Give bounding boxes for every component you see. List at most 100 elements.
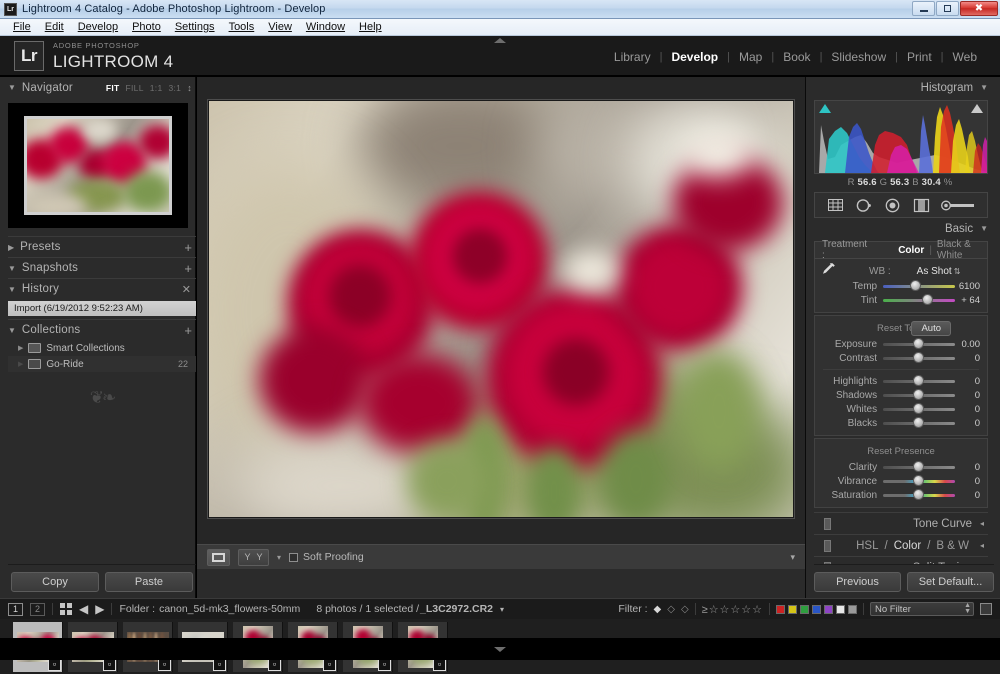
slider-track[interactable] bbox=[883, 280, 955, 291]
panel-switch-icon[interactable] bbox=[824, 517, 831, 530]
bw-tab[interactable]: B & W bbox=[933, 540, 972, 552]
slider-value[interactable]: 0.00 bbox=[955, 339, 987, 350]
navigator-header[interactable]: ▼ Navigator FIT FILL 1:1 3:1 ↕ bbox=[8, 77, 196, 98]
stepper-icon[interactable]: ▲ ▼ bbox=[964, 602, 971, 615]
slider-value[interactable]: 0 bbox=[955, 376, 987, 387]
slider-knob[interactable] bbox=[913, 489, 925, 500]
color-label-red[interactable] bbox=[776, 604, 785, 614]
slider-knob[interactable] bbox=[921, 294, 933, 305]
slider-value[interactable]: 6100 bbox=[955, 281, 987, 292]
slider-track[interactable] bbox=[883, 294, 955, 305]
before-after-button[interactable]: Y Y bbox=[238, 548, 269, 566]
menu-view[interactable]: View bbox=[261, 20, 299, 34]
soft-proofing-checkbox[interactable] bbox=[289, 552, 299, 562]
slider-track[interactable] bbox=[883, 417, 955, 428]
history-header[interactable]: ▼ History ✕ bbox=[8, 278, 196, 299]
menu-window[interactable]: Window bbox=[299, 20, 352, 34]
maximize-button[interactable] bbox=[936, 1, 959, 16]
slider-highlights[interactable]: Highlights 0 bbox=[815, 374, 987, 388]
slider-value[interactable]: + 64 bbox=[955, 295, 987, 306]
slider-knob[interactable] bbox=[913, 352, 925, 363]
slider-track[interactable] bbox=[883, 338, 955, 349]
menu-tools[interactable]: Tools bbox=[222, 20, 262, 34]
previous-button[interactable]: Previous bbox=[814, 572, 901, 592]
loupe-view-button[interactable] bbox=[207, 548, 230, 566]
slider-value[interactable]: 0 bbox=[955, 353, 987, 364]
panel-switch-icon[interactable] bbox=[824, 539, 831, 552]
slider-vibrance[interactable]: Vibrance 0 bbox=[815, 474, 987, 488]
slider-shadows[interactable]: Shadows 0 bbox=[815, 388, 987, 402]
color-label-yellow[interactable] bbox=[788, 604, 797, 614]
screen-2-button[interactable]: 2 bbox=[30, 602, 45, 616]
flag-rejected-icon[interactable]: ◇ bbox=[681, 604, 689, 615]
module-book[interactable]: Book bbox=[774, 50, 819, 64]
white-balance-selector-icon[interactable] bbox=[815, 261, 841, 281]
nav-mode-fill[interactable]: FILL bbox=[126, 83, 144, 93]
color-tab[interactable]: Color bbox=[891, 540, 924, 552]
adjustment-brush-icon[interactable] bbox=[941, 199, 975, 212]
nav-mode-fit[interactable]: FIT bbox=[106, 83, 120, 93]
color-label-white[interactable] bbox=[836, 604, 845, 614]
slider-saturation[interactable]: Saturation 0 bbox=[815, 488, 987, 502]
module-print[interactable]: Print bbox=[898, 50, 941, 64]
menu-photo[interactable]: Photo bbox=[125, 20, 168, 34]
red-eye-icon[interactable] bbox=[884, 198, 901, 213]
grid-view-icon[interactable] bbox=[60, 603, 72, 615]
add-collection-icon[interactable]: + bbox=[184, 323, 192, 338]
module-develop[interactable]: Develop bbox=[662, 50, 727, 64]
slider-knob[interactable] bbox=[913, 417, 925, 428]
treatment-color-option[interactable]: Color bbox=[893, 245, 929, 256]
menu-settings[interactable]: Settings bbox=[168, 20, 222, 34]
slider-track[interactable] bbox=[883, 375, 955, 386]
slider-knob[interactable] bbox=[913, 461, 925, 472]
slider-track[interactable] bbox=[883, 475, 955, 486]
slider-knob[interactable] bbox=[913, 375, 925, 386]
slider-track[interactable] bbox=[883, 403, 955, 414]
presets-header[interactable]: ▶ Presets + bbox=[8, 236, 196, 257]
slider-knob[interactable] bbox=[913, 389, 925, 400]
forward-arrow-icon[interactable]: ▶ bbox=[95, 602, 104, 616]
hsl-tab[interactable]: HSL bbox=[853, 540, 881, 552]
crop-overlay-icon[interactable] bbox=[827, 198, 844, 212]
add-preset-icon[interactable]: + bbox=[184, 240, 192, 255]
split-toning-header[interactable]: Split Toning ◂ bbox=[814, 556, 988, 564]
close-button[interactable]: ✖ bbox=[960, 1, 998, 16]
slider-knob[interactable] bbox=[913, 403, 925, 414]
minimize-button[interactable] bbox=[912, 1, 935, 16]
history-item-import[interactable]: Import (6/19/2012 9:52:23 AM) bbox=[8, 301, 196, 316]
navigator-preview[interactable] bbox=[8, 103, 188, 228]
menu-edit[interactable]: Edit bbox=[38, 20, 71, 34]
collection-smart-collections[interactable]: ▶ Smart Collections bbox=[8, 340, 196, 356]
slider-value[interactable]: 0 bbox=[955, 490, 987, 501]
bottom-panel-toggle[interactable] bbox=[494, 646, 506, 652]
module-slideshow[interactable]: Slideshow bbox=[822, 50, 895, 64]
soft-proofing-control[interactable]: Soft Proofing bbox=[289, 551, 364, 563]
slider-track[interactable] bbox=[883, 352, 955, 363]
filename-caret-icon[interactable]: ▾ bbox=[500, 605, 504, 614]
rating-filter[interactable]: ≥☆☆☆☆☆ bbox=[702, 603, 763, 616]
reset-presence-link[interactable]: Reset Presence bbox=[867, 446, 935, 457]
slider-temp[interactable]: Temp 6100 bbox=[815, 279, 987, 293]
auto-tone-button[interactable]: Auto bbox=[911, 321, 951, 336]
slider-track[interactable] bbox=[883, 489, 955, 500]
slider-clarity[interactable]: Clarity 0 bbox=[815, 460, 987, 474]
filter-lock-icon[interactable] bbox=[980, 603, 992, 615]
current-filename[interactable]: _L3C2972.CR2 bbox=[420, 603, 493, 615]
spot-removal-icon[interactable] bbox=[855, 198, 872, 213]
add-snapshot-icon[interactable]: + bbox=[184, 261, 192, 276]
wb-value[interactable]: As Shot bbox=[917, 266, 952, 277]
treatment-bw-option[interactable]: Black & White bbox=[932, 239, 980, 261]
wb-stepper-icon[interactable]: ⇅ bbox=[954, 267, 961, 276]
color-label-purple[interactable] bbox=[824, 604, 833, 614]
top-panel-toggle[interactable] bbox=[494, 38, 506, 43]
slider-knob[interactable] bbox=[913, 338, 925, 349]
slider-value[interactable]: 0 bbox=[955, 462, 987, 473]
copy-button[interactable]: Copy bbox=[11, 572, 99, 592]
screen-1-button[interactable]: 1 bbox=[8, 602, 23, 616]
back-arrow-icon[interactable]: ◀ bbox=[79, 602, 88, 616]
slider-contrast[interactable]: Contrast 0 bbox=[815, 351, 987, 365]
basic-panel-header[interactable]: Basic ▼ bbox=[806, 218, 994, 239]
set-default-button[interactable]: Set Default... bbox=[907, 572, 994, 592]
before-after-menu-icon[interactable]: ▾ bbox=[277, 553, 281, 562]
identity-plate[interactable]: Lr ADOBE PHOTOSHOP LIGHTROOM 4 bbox=[14, 41, 173, 71]
